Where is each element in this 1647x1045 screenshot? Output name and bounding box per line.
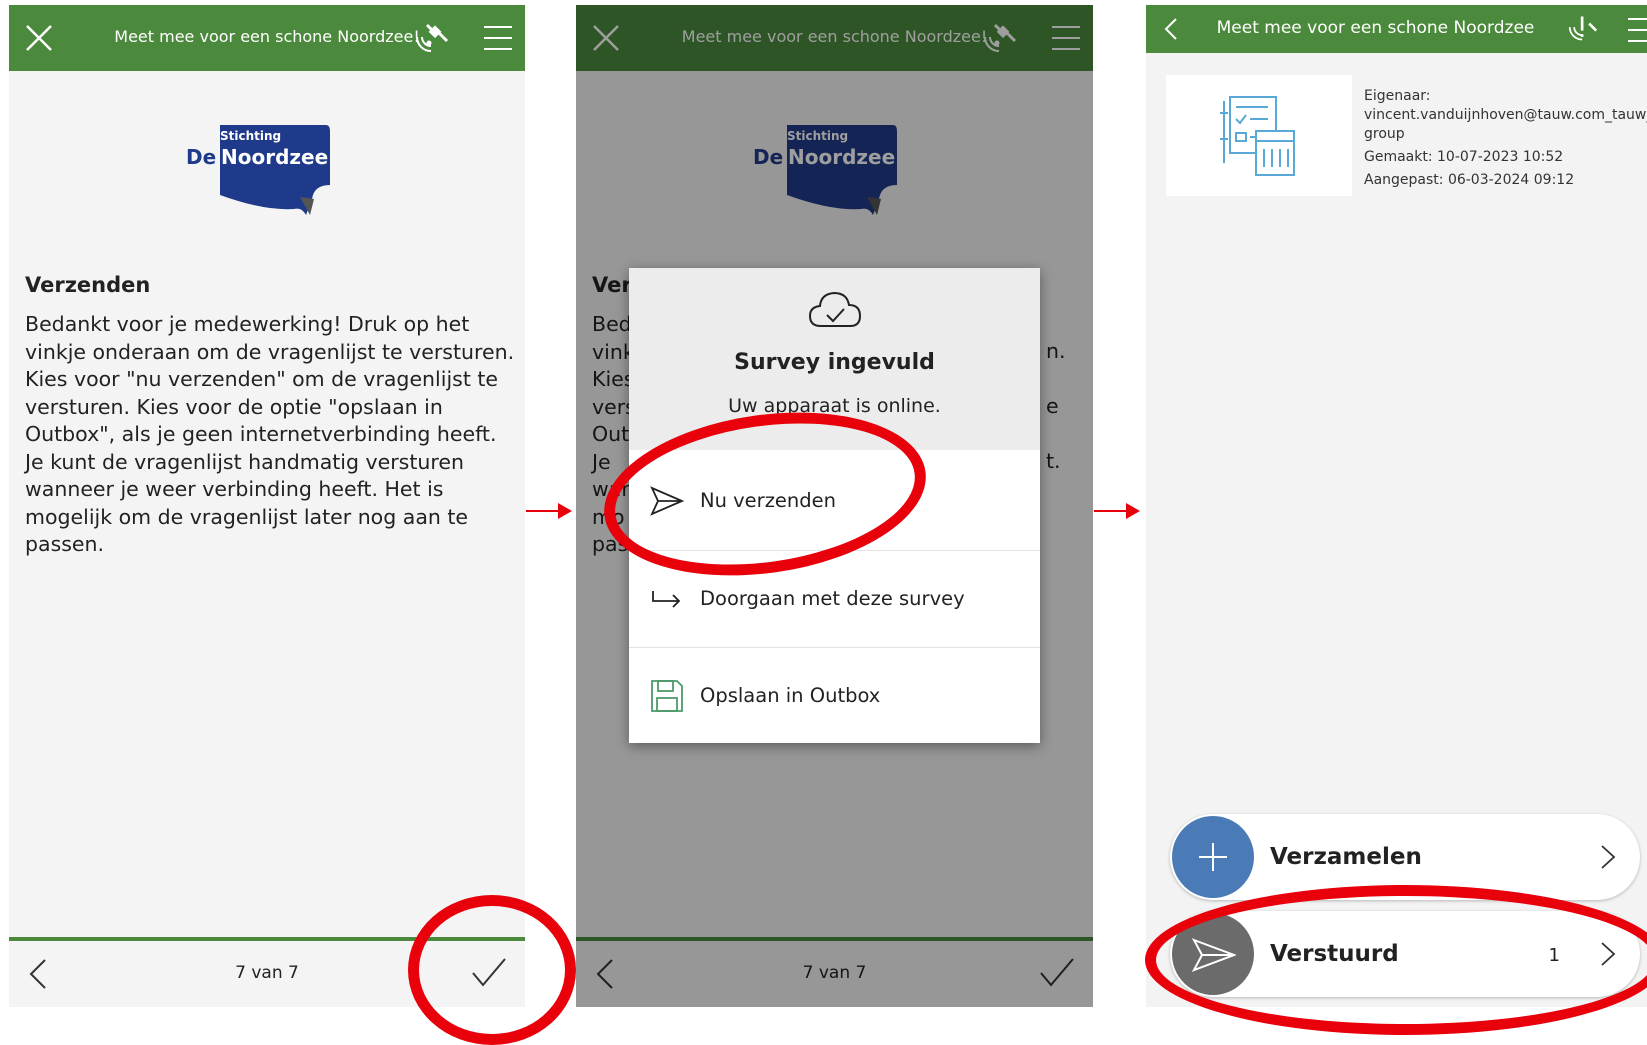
continue-survey-label: Doorgaan met deze survey: [700, 587, 965, 610]
screen-survey-home: Meet mee voor een schone Noordzee Eigena…: [1146, 5, 1647, 1007]
menu-icon[interactable]: [1627, 17, 1647, 43]
page-heading: Verzenden: [25, 273, 151, 297]
chevron-right-icon: [1601, 845, 1616, 869]
collect-circle: [1172, 816, 1254, 898]
screen-verzenden: Meet mee voor een schone Noordzee! Stich…: [9, 5, 525, 1007]
highlight-sent-circle: [1145, 885, 1647, 1035]
app-header: Meet mee voor een schone Noordzee: [1146, 5, 1647, 53]
survey-metadata: Eigenaar: vincent.vanduijnhoven@tauw.com…: [1364, 87, 1647, 190]
continue-arrow-icon: [652, 591, 681, 608]
survey-thumbnail[interactable]: [1166, 75, 1352, 196]
dialog-title: Survey ingevuld: [734, 350, 935, 375]
page-body-text: Bedankt voor je medewerking! Druk op het…: [25, 312, 515, 556]
created-date: Gemaakt: 10-07-2023 10:52: [1364, 149, 1564, 165]
gps-warning-icon[interactable]: [1566, 13, 1600, 43]
header-title: Meet mee voor een schone Noordzee: [1216, 18, 1535, 38]
gps-satellite-icon[interactable]: [413, 21, 451, 55]
flow-arrow-2: [1094, 503, 1140, 519]
logo-line1: Stichting: [220, 129, 282, 143]
save-outbox-option[interactable]: Opslaan in Outbox: [629, 647, 1040, 744]
logo-noordzee: Noordzee: [221, 145, 329, 169]
survey-page: Stichting De Noordzee Verzenden Bedankt …: [9, 71, 525, 941]
owner-value: vincent.vanduijnhoven@tauw.com_tauw_grou…: [1364, 107, 1647, 142]
floppy-disk-icon: [651, 680, 683, 712]
stichting-de-noordzee-logo: Stichting De Noordzee: [184, 119, 332, 219]
flow-arrow-1: [526, 503, 572, 519]
modified-date: Aangepast: 06-03-2024 09:12: [1364, 172, 1575, 188]
highlight-check-circle: [408, 895, 576, 1045]
owner-label: Eigenaar:: [1364, 88, 1431, 104]
save-outbox-label: Opslaan in Outbox: [700, 684, 881, 707]
survey-form-icon: [1220, 96, 1295, 176]
logo-de: De: [186, 145, 217, 169]
collect-label: Verzamelen: [1270, 844, 1422, 870]
menu-icon[interactable]: [483, 25, 513, 51]
plus-icon: [1199, 843, 1227, 871]
cloud-check-icon: [808, 291, 862, 327]
app-header: Meet mee voor een schone Noordzee!: [9, 5, 525, 71]
